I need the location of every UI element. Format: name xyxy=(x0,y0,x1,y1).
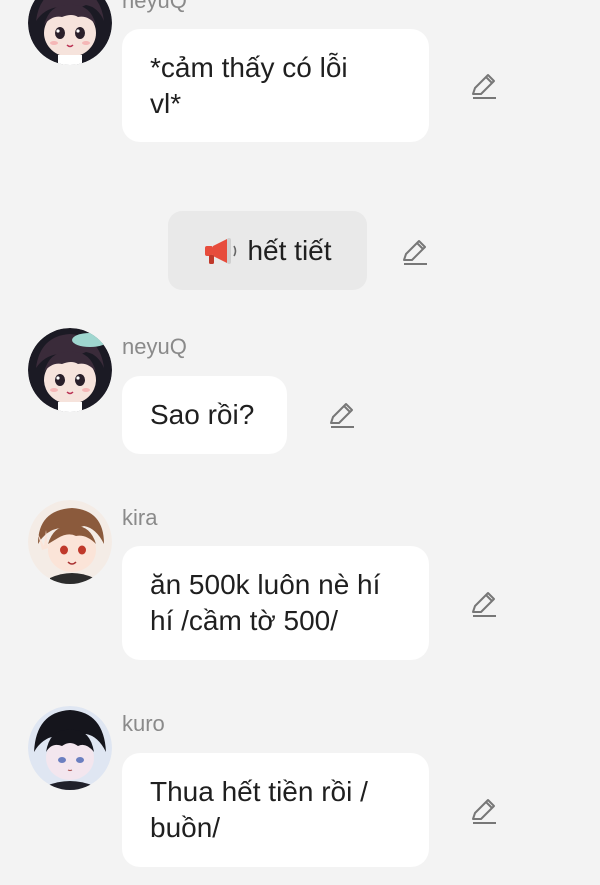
avatar-kuro[interactable] xyxy=(28,706,112,790)
username: neyuQ xyxy=(122,0,187,13)
megaphone-icon xyxy=(203,236,239,266)
username: neyuQ xyxy=(122,334,187,359)
edit-icon[interactable] xyxy=(327,400,357,430)
system-notice-bubble: hết tiết xyxy=(168,211,367,290)
message-text: ăn 500k luôn nè hí hí /cầm tờ 500/ xyxy=(150,569,381,636)
message-text: Sao rồi? xyxy=(150,399,255,430)
avatar-neyuq[interactable] xyxy=(28,328,112,412)
avatar-neyuq[interactable] xyxy=(28,0,112,65)
message-bubble: *cảm thấy có lỗi vl* xyxy=(122,29,429,142)
edit-icon[interactable] xyxy=(400,237,430,267)
message-bubble: ăn 500k luôn nè hí hí /cầm tờ 500/ xyxy=(122,546,429,660)
edit-icon[interactable] xyxy=(469,589,499,619)
edit-icon[interactable] xyxy=(469,796,499,826)
message-bubble: Sao rồi? xyxy=(122,376,287,454)
system-notice-text: hết tiết xyxy=(247,234,332,266)
edit-icon[interactable] xyxy=(469,71,499,101)
username: kira xyxy=(122,505,158,530)
message-text: *cảm thấy có lỗi vl* xyxy=(150,51,348,119)
message-bubble: Thua hết tiền rồi / buồn/ xyxy=(122,753,429,867)
username: kuro xyxy=(122,711,165,736)
message-text: Thua hết tiền rồi / buồn/ xyxy=(150,776,368,843)
avatar-kira[interactable] xyxy=(28,500,112,584)
